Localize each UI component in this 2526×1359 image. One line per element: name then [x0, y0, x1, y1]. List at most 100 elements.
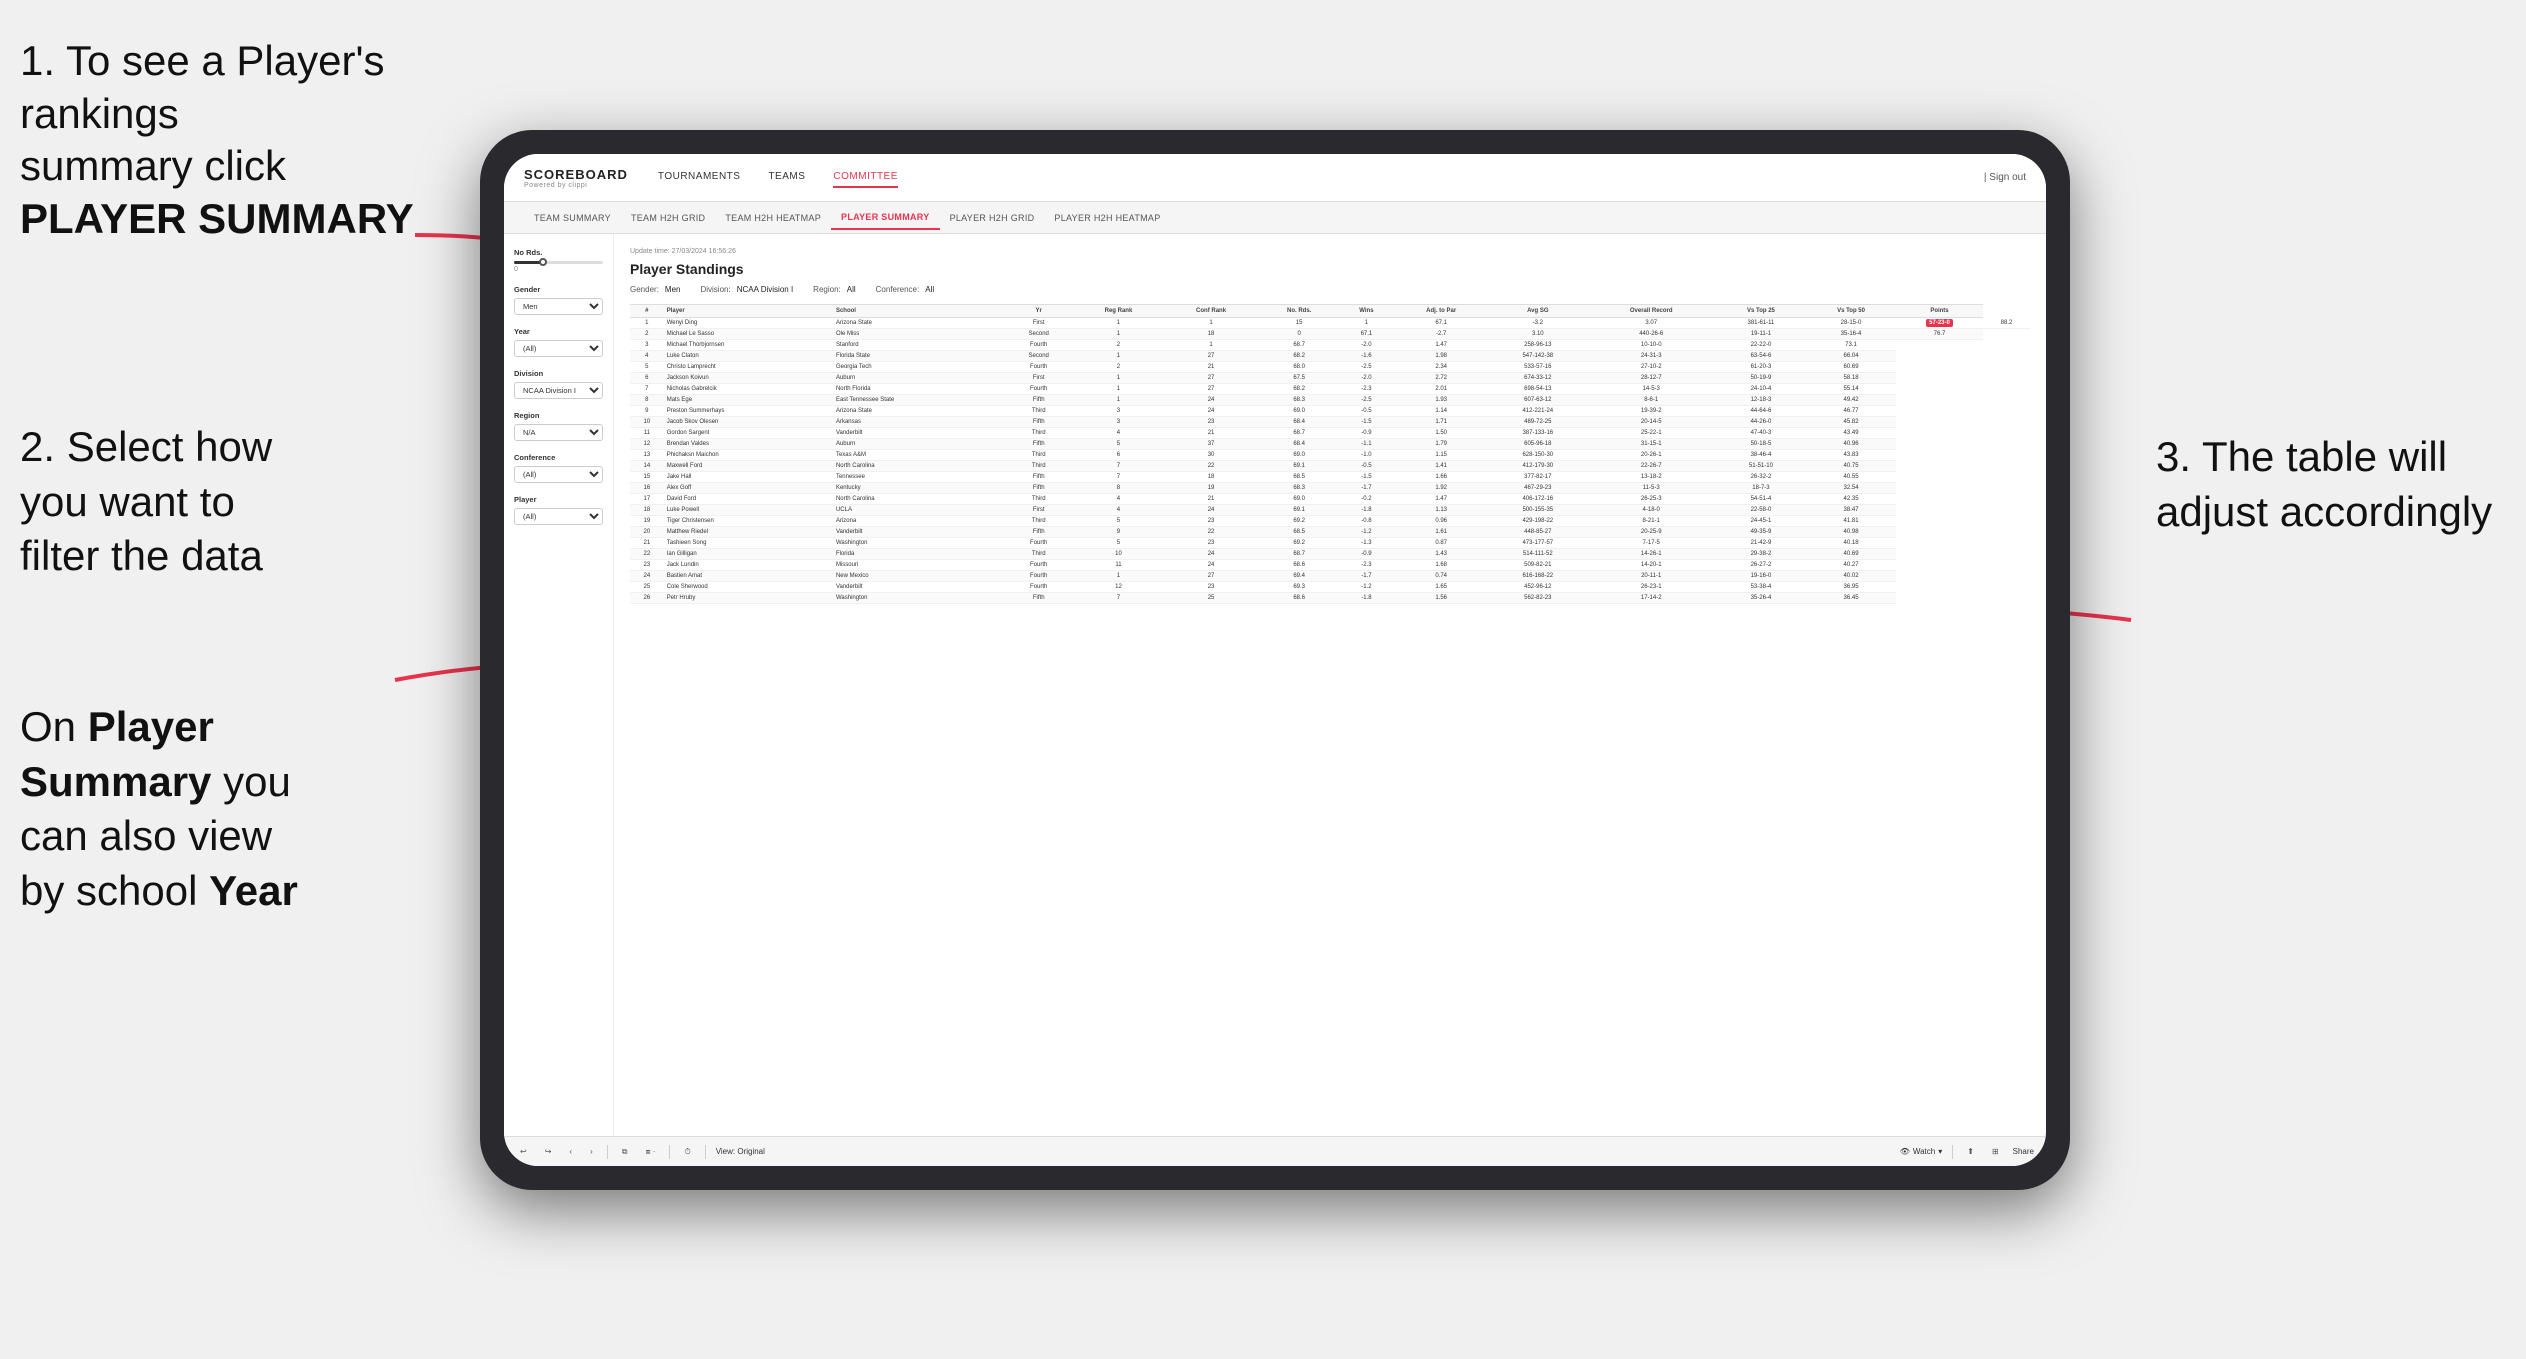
table-cell: 19 [630, 516, 664, 527]
table-cell: 31-15-1 [1587, 439, 1716, 450]
table-cell: 50-18-5 [1716, 439, 1806, 450]
subnav-player-h2h-heatmap[interactable]: PLAYER H2H HEATMAP [1044, 207, 1170, 229]
table-cell: 1.14 [1393, 406, 1489, 417]
nav-committee[interactable]: COMMITTEE [833, 167, 898, 188]
annotation-number-1: 1. [20, 37, 55, 84]
table-cell: 28-12-7 [1587, 373, 1716, 384]
table-cell: 69.2 [1259, 538, 1340, 549]
table-cell: Bastien Amat [664, 571, 833, 582]
table-cell: 69.0 [1259, 494, 1340, 505]
table-row: 17David FordNorth CarolinaThird42169.0-0… [630, 494, 2030, 505]
subnav-player-summary[interactable]: PLAYER SUMMARY [831, 206, 940, 230]
table-cell: 19-16-0 [1716, 571, 1806, 582]
sign-out[interactable]: | Sign out [1984, 172, 2026, 183]
table-cell: Vanderbilt [833, 428, 1004, 439]
subnav-team-h2h-heatmap[interactable]: TEAM H2H HEATMAP [715, 207, 831, 229]
table-cell: 26-32-2 [1716, 472, 1806, 483]
copy-btn[interactable]: ⧉ [618, 1145, 632, 1159]
table-cell: -0.9 [1339, 428, 1393, 439]
conference-select[interactable]: (All) [514, 466, 603, 483]
table-cell: 19 [1163, 483, 1259, 494]
table-cell: 13 [630, 450, 664, 461]
table-cell: Arizona State [833, 406, 1004, 417]
table-row: 3Michael ThorbjornsenStanfordFourth2168.… [630, 340, 2030, 351]
table-cell: -1.5 [1339, 472, 1393, 483]
table-cell: 22-58-0 [1716, 505, 1806, 516]
view-original[interactable]: View: Original [716, 1147, 765, 1156]
redo-btn[interactable]: ↪ [541, 1145, 556, 1158]
table-cell: 1 [1074, 351, 1164, 362]
filter-division: Division: NCAA Division I [700, 285, 793, 294]
table-cell: 628-150-30 [1489, 450, 1587, 461]
table-cell: 18 [1163, 472, 1259, 483]
year-select[interactable]: (All) [514, 340, 603, 357]
bottom-toolbar: ↩ ↪ ‹ › ⧉ ⧈ · ⏱ View: Original 👁 Watch ▾… [504, 1136, 2046, 1166]
nav-tournaments[interactable]: TOURNAMENTS [658, 167, 741, 188]
table-cell: 23 [1163, 582, 1259, 593]
paste-btn[interactable]: ⧈ · [641, 1145, 659, 1159]
back-btn[interactable]: ‹ [565, 1145, 576, 1158]
table-cell: 25 [630, 582, 664, 593]
logo-area: SCOREBOARD Powered by clippi [524, 167, 628, 189]
table-cell: -1.5 [1339, 417, 1393, 428]
table-cell: 40.27 [1806, 560, 1896, 571]
table-cell: 377-82-17 [1489, 472, 1587, 483]
table-cell: 616-168-22 [1489, 571, 1587, 582]
table-cell: Mats Ege [664, 395, 833, 406]
filter-division-label: Division: [700, 285, 730, 294]
sidebar-region: Region N/A [514, 411, 603, 441]
table-cell: 55.14 [1806, 384, 1896, 395]
sidebar-division: Division NCAA Division I [514, 369, 603, 399]
table-cell: 50-19-9 [1716, 373, 1806, 384]
table-cell: 11 [630, 428, 664, 439]
watch-btn[interactable]: 👁 Watch ▾ [1900, 1147, 1943, 1156]
table-cell: Georgia Tech [833, 362, 1004, 373]
nav-teams[interactable]: TEAMS [768, 167, 805, 188]
table-cell: 69.1 [1259, 505, 1340, 516]
table-cell: Tennessee [833, 472, 1004, 483]
table-cell: 76.7 [1896, 329, 1983, 340]
table-cell: Phichaksn Maichon [664, 450, 833, 461]
table-cell: 27 [1163, 373, 1259, 384]
separator-1 [607, 1145, 608, 1159]
clock-btn[interactable]: ⏱ [680, 1145, 694, 1159]
table-cell: 500-155-35 [1489, 505, 1587, 516]
table-cell: Fourth [1004, 560, 1074, 571]
filter-gender-value: Men [665, 285, 681, 294]
region-select[interactable]: N/A [514, 424, 603, 441]
table-row: 26Petr HrubyWashingtonFifth72568.6-1.81.… [630, 593, 2030, 604]
annotation-number-2: 2. [20, 423, 55, 470]
table-cell: 7 [1074, 472, 1164, 483]
table-cell: 22 [630, 549, 664, 560]
fwd-btn[interactable]: › [586, 1145, 597, 1158]
player-select[interactable]: (All) [514, 508, 603, 525]
table-row: 18Luke PowellUCLAFirst42469.1-1.81.13500… [630, 505, 2030, 516]
annotation-number-3: 3. [2156, 433, 2191, 480]
table-cell: 36.95 [1806, 582, 1896, 593]
gender-select[interactable]: Men [514, 298, 603, 315]
separator-3 [705, 1145, 706, 1159]
active-filters: Gender: Men Division: NCAA Division I Re… [630, 285, 2030, 294]
update-time: Update time: 27/03/2024 16:56:26 [630, 248, 2030, 255]
table-row: 10Jacob Skov OlesenArkansasFifth32368.4-… [630, 417, 2030, 428]
table-cell: 11 [1074, 560, 1164, 571]
table-cell: 674-33-12 [1489, 373, 1587, 384]
grid-btn[interactable]: ⊞ [1988, 1145, 2003, 1158]
table-cell: 28-15-0 [1806, 318, 1896, 329]
table-row: 5Christo LamprechtGeorgia TechFourth2216… [630, 362, 2030, 373]
table-cell: 68.0 [1259, 362, 1340, 373]
table-cell: 6 [630, 373, 664, 384]
table-cell: 60.69 [1806, 362, 1896, 373]
share-btn[interactable]: Share [2013, 1147, 2034, 1156]
export-btn[interactable]: ⬆ [1963, 1145, 1978, 1158]
table-cell: 20-14-5 [1587, 417, 1716, 428]
subnav-team-summary[interactable]: TEAM SUMMARY [524, 207, 621, 229]
col-school: School [833, 305, 1004, 318]
undo-btn[interactable]: ↩ [516, 1145, 531, 1158]
table-cell: 9 [630, 406, 664, 417]
table-cell: 412-221-24 [1489, 406, 1587, 417]
table-cell: 533-57-16 [1489, 362, 1587, 373]
subnav-team-h2h-grid[interactable]: TEAM H2H GRID [621, 207, 715, 229]
division-select[interactable]: NCAA Division I [514, 382, 603, 399]
subnav-player-h2h-grid[interactable]: PLAYER H2H GRID [940, 207, 1045, 229]
